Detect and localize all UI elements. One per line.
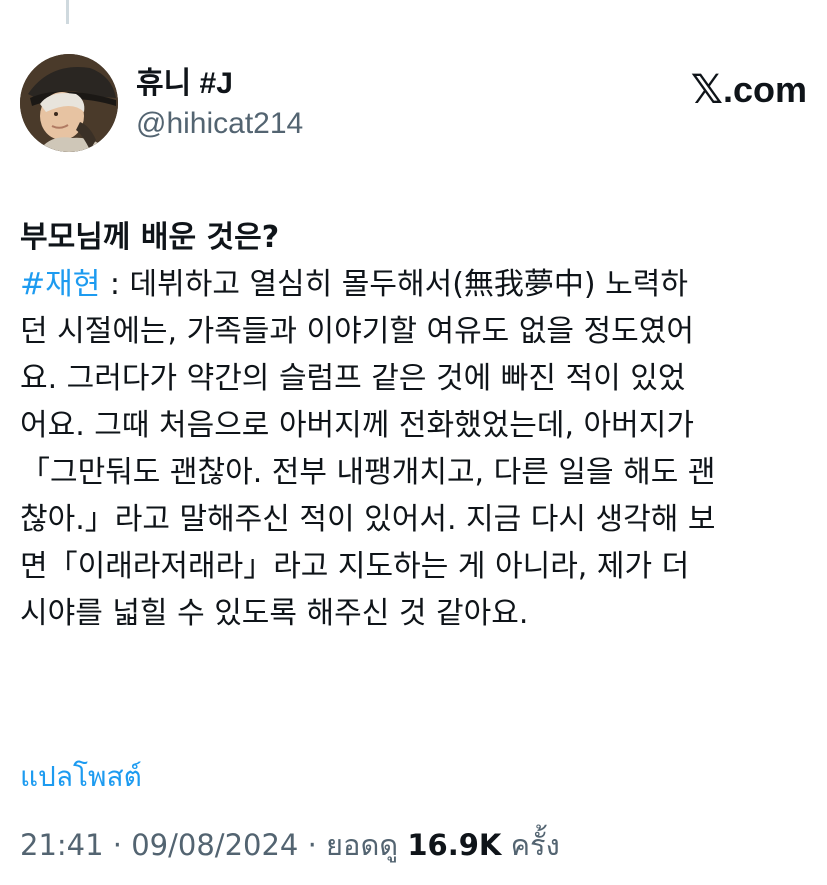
tweet-line: 요. 그러다가 약간의 슬럼프 같은 것에 빠진 적이 있었 [20, 361, 686, 396]
post-time[interactable]: 21:41 [20, 828, 104, 862]
user-info[interactable]: 휴니 #J @hihicat214 [136, 64, 303, 144]
tweet-line: 찮아.」라고 말해주신 적이 있어서. 지금 다시 생각해 보 [20, 502, 716, 537]
display-name[interactable]: 휴니 #J [136, 64, 303, 104]
meta-separator: · [103, 828, 132, 862]
views-label: ยอดดู [326, 828, 399, 862]
thread-connector-line [66, 0, 69, 24]
x-com-logo[interactable]: 𝕏 .com [691, 68, 807, 112]
user-handle[interactable]: @hihicat214 [136, 104, 303, 144]
tweet-line: 면「이래라저래라」라고 지도하는 게 아니라, 제가 더 [20, 549, 690, 584]
avatar[interactable] [20, 54, 118, 152]
tweet-title: 부모님께 배운 것은? [20, 220, 280, 255]
avatar-photo [20, 54, 118, 152]
tweet-metadata: 21:41 · 09/08/2024 · ยอดดู 16.9K ครั้ง [20, 824, 560, 866]
tweet-line-text: : 데뷔하고 열심히 몰두해서(無我夢中) 노력하 [100, 267, 688, 302]
tweet-text: 부모님께 배운 것은? #재현 : 데뷔하고 열심히 몰두해서(無我夢中) 노력… [20, 214, 810, 637]
views-unit: ครั้ง [510, 828, 560, 862]
x-logo-icon: 𝕏 [690, 67, 723, 113]
translate-post-link[interactable]: แปลโพสต์ [20, 757, 142, 797]
tweet-line: 던 시절에는, 가족들과 이야기할 여유도 없을 정도였어 [20, 314, 694, 349]
meta-separator: · [298, 828, 327, 862]
tweet-line: 어요. 그때 처음으로 아버지께 전화했었는데, 아버지가 [20, 408, 694, 443]
hashtag-link[interactable]: #재현 [20, 267, 100, 302]
tweet-line: 「그만둬도 괜찮아. 전부 내팽개치고, 다른 일을 해도 괜 [20, 455, 716, 490]
tweet-header: 휴니 #J @hihicat214 𝕏 .com [20, 54, 807, 158]
post-date[interactable]: 09/08/2024 [131, 828, 298, 862]
tweet-line: #재현 : 데뷔하고 열심히 몰두해서(無我夢中) 노력하 [20, 261, 810, 308]
views-count[interactable]: 16.9K [407, 828, 501, 862]
tweet-line: 시야를 넓힐 수 있도록 해주신 것 같아요. [20, 596, 529, 631]
brand-domain-text: .com [722, 69, 807, 110]
